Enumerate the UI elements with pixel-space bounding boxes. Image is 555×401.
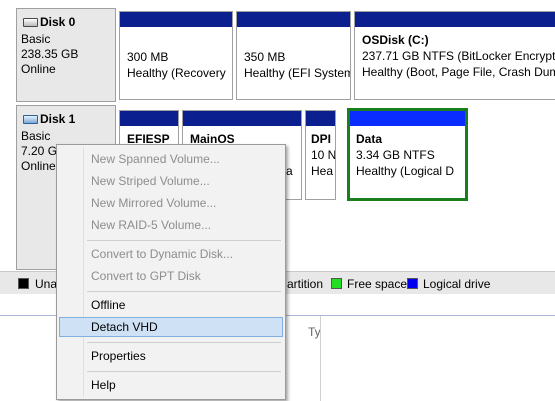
menu-item-new-striped-volume[interactable]: New Striped Volume... xyxy=(59,171,283,191)
partition-size: 10 N xyxy=(311,148,336,162)
legend-unallocated-label: Una xyxy=(35,277,58,291)
partition-bar xyxy=(355,12,555,27)
partition-size: 3.34 GB NTFS xyxy=(356,148,435,162)
disk-1-size: 7.20 G xyxy=(21,144,58,158)
disk-0-partition-osdisk[interactable]: OSDisk (C:) 237.71 GB NTFS (BitLocker En… xyxy=(354,11,555,100)
menu-item-new-raid5-volume[interactable]: New RAID-5 Volume... xyxy=(59,215,283,235)
partition-title: Data xyxy=(356,132,383,146)
disk-0-partition-recovery[interactable]: 300 MB Healthy (Recovery xyxy=(119,11,233,100)
disk-0-name: Disk 0 xyxy=(40,15,76,29)
partition-bar xyxy=(183,111,301,126)
partition-title: OSDisk (C:) xyxy=(362,33,429,47)
legend-free-space-swatch xyxy=(331,278,342,289)
legend-unallocated-swatch xyxy=(18,278,29,289)
menu-separator xyxy=(87,240,281,241)
hard-disk-icon xyxy=(23,18,38,28)
menu-separator xyxy=(87,291,281,292)
partition-bar xyxy=(120,12,232,27)
legend-free-space-label: Free space xyxy=(347,277,408,291)
partition-bar xyxy=(306,111,335,126)
disk-1-partition-data[interactable]: Data 3.34 GB NTFS Healthy (Logical D xyxy=(347,108,468,201)
partition-status: Healthy (Logical D xyxy=(356,164,455,178)
partition-status: Healthy (EFI System xyxy=(244,66,351,80)
disk-0-partition-efi[interactable]: 350 MB Healthy (EFI System xyxy=(236,11,351,100)
partition-status: Hea xyxy=(311,164,334,178)
column-divider xyxy=(320,316,321,401)
partition-bar xyxy=(120,111,178,126)
partition-size: 237.71 GB NTFS (BitLocker Encrypted xyxy=(362,49,555,63)
virtual-disk-icon xyxy=(23,115,38,125)
disk-0-header[interactable]: Disk 0 Basic 238.35 GB Online xyxy=(16,8,116,102)
menu-item-offline[interactable]: Offline xyxy=(59,295,283,315)
menu-separator xyxy=(87,342,281,343)
disk-0-title: Disk 0 xyxy=(23,15,75,29)
disk-0-type: Basic xyxy=(21,32,51,46)
menu-item-convert-to-dynamic-disk[interactable]: Convert to Dynamic Disk... xyxy=(59,244,283,264)
partition-title: DPI xyxy=(311,132,332,146)
partition-status: Healthy (Recovery xyxy=(127,66,226,80)
menu-item-new-spanned-volume[interactable]: New Spanned Volume... xyxy=(59,149,283,169)
legend-partition-label: artition xyxy=(287,277,324,291)
menu-separator xyxy=(87,371,281,372)
disk-1-type: Basic xyxy=(21,129,51,143)
disk-1-title: Disk 1 xyxy=(23,112,75,126)
disk-1-status: Online xyxy=(21,159,56,173)
partition-bar xyxy=(350,111,465,126)
partition-size: 350 MB xyxy=(244,50,286,64)
partition-size: 300 MB xyxy=(127,50,169,64)
legend-logical-drive-label: Logical drive xyxy=(423,277,491,291)
disk-1-name: Disk 1 xyxy=(40,112,76,126)
disk-0-size: 238.35 GB xyxy=(21,47,79,61)
column-header-type[interactable]: Ty xyxy=(308,325,321,339)
disk-1-partition-dpp[interactable]: DPI 10 N Hea xyxy=(305,110,336,200)
partition-status: Healthy (Boot, Page File, Crash Dump xyxy=(362,65,555,79)
menu-item-new-mirrored-volume[interactable]: New Mirrored Volume... xyxy=(59,193,283,213)
partition-bar xyxy=(237,12,350,27)
menu-item-help[interactable]: Help xyxy=(59,375,283,395)
disk-0-status: Online xyxy=(21,62,56,76)
disk-context-menu: New Spanned Volume... New Striped Volume… xyxy=(56,144,286,400)
menu-item-detach-vhd[interactable]: Detach VHD xyxy=(59,317,283,337)
legend-logical-drive-swatch xyxy=(407,278,418,289)
menu-item-convert-to-gpt-disk[interactable]: Convert to GPT Disk xyxy=(59,266,283,286)
menu-item-properties[interactable]: Properties xyxy=(59,346,283,366)
